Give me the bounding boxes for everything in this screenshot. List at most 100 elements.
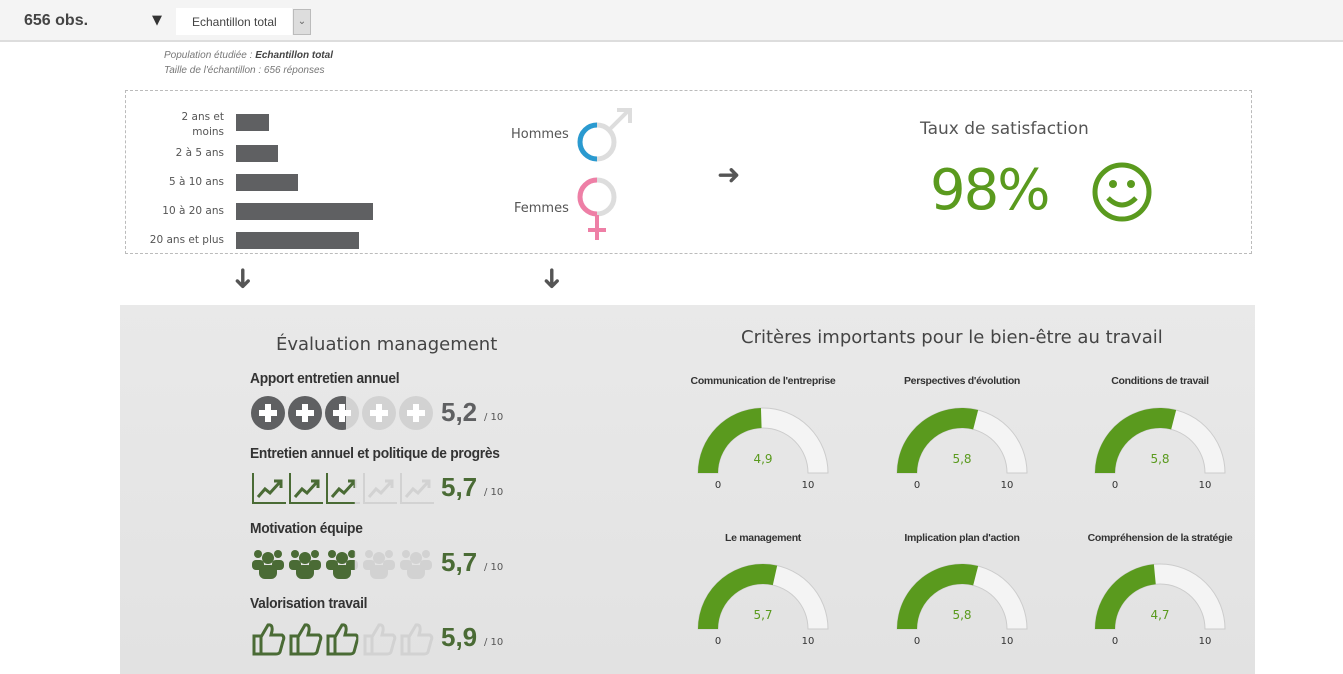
plus-circle-icon bbox=[288, 396, 322, 430]
rating-title: Valorisation travail bbox=[250, 595, 368, 612]
gauge-fill bbox=[698, 408, 762, 473]
seniority-bar bbox=[236, 174, 298, 191]
filter-icon[interactable]: ▼ bbox=[152, 13, 162, 28]
gauge-fill bbox=[1095, 564, 1156, 629]
rating-icons bbox=[252, 473, 434, 504]
gauge-min: 0 bbox=[914, 636, 920, 647]
arrow-down-icon: ➜ bbox=[536, 266, 570, 291]
trend-chart-icon bbox=[400, 473, 434, 504]
observation-count: 656 obs. bbox=[24, 12, 89, 29]
criteria-title: Critères importants pour le bien-être au… bbox=[741, 327, 1163, 348]
male-icon bbox=[577, 108, 632, 162]
trend-chart-icon bbox=[326, 473, 360, 504]
plus-circle-icon bbox=[362, 396, 396, 430]
rating-out-of: / 10 bbox=[484, 562, 504, 573]
gauge: 5,8 0 10 bbox=[896, 563, 1028, 647]
satisfaction-title: Taux de satisfaction bbox=[920, 119, 1089, 139]
rating-icons bbox=[252, 550, 432, 579]
thumbs-up-icon bbox=[289, 623, 323, 656]
rating-score: 5,7 bbox=[441, 547, 478, 577]
gauge-title: Perspectives d'évolution bbox=[903, 375, 1021, 387]
gauge-title: Le management bbox=[724, 532, 802, 544]
plus-circle-icon bbox=[399, 396, 433, 430]
men-label: Hommes bbox=[511, 127, 569, 142]
gauge-min: 0 bbox=[715, 480, 721, 491]
rating-icons bbox=[252, 623, 434, 656]
seniority-bar bbox=[236, 114, 269, 131]
management-title: Évaluation management bbox=[276, 334, 498, 355]
gauge-title: Communication de l'entreprise bbox=[690, 375, 836, 387]
gauge-title: Compréhension de la stratégie bbox=[1087, 532, 1233, 544]
rating-score: 5,9 bbox=[441, 622, 478, 652]
rating-out-of: / 10 bbox=[484, 637, 504, 648]
thumbs-up-icon bbox=[363, 623, 397, 656]
gauge-max: 10 bbox=[802, 636, 815, 647]
arrow-down-icon: ➜ bbox=[227, 266, 261, 291]
trend-chart-icon bbox=[289, 473, 323, 504]
seniority-label: 2 ans et moins bbox=[181, 111, 225, 138]
rating-score: 5,7 bbox=[441, 472, 478, 502]
thumbs-up-icon bbox=[400, 623, 434, 656]
gauge: 5,8 0 10 bbox=[1094, 407, 1226, 491]
rating-title: Motivation équipe bbox=[250, 520, 363, 537]
gauge: 5,8 0 10 bbox=[896, 407, 1028, 491]
top-bar: 656 obs. ▼ Echantillon total ⌄ bbox=[0, 0, 1343, 42]
gauge-min: 0 bbox=[715, 636, 721, 647]
thumbs-up-icon bbox=[326, 623, 360, 656]
gauge-min: 0 bbox=[1112, 636, 1118, 647]
population-select[interactable]: Echantillon total bbox=[176, 8, 292, 35]
seniority-bar bbox=[236, 232, 360, 249]
gauge-max: 10 bbox=[1199, 480, 1212, 491]
gauge-value: 5,7 bbox=[753, 608, 772, 622]
gauge-value: 4,7 bbox=[1150, 608, 1169, 622]
gauge-value: 5,8 bbox=[952, 452, 971, 466]
chevron-down-icon[interactable]: ⌄ bbox=[293, 9, 311, 35]
gauge-max: 10 bbox=[1001, 636, 1014, 647]
gauge-value: 5,8 bbox=[1150, 452, 1169, 466]
plus-circle-icon bbox=[251, 396, 285, 430]
rating-out-of: / 10 bbox=[484, 412, 504, 423]
thumbs-up-icon bbox=[252, 623, 286, 656]
rating-out-of: / 10 bbox=[484, 487, 504, 498]
female-icon bbox=[577, 177, 617, 240]
arrow-right-icon: ➜ bbox=[717, 158, 741, 191]
rating-title: Entretien annuel et politique de progrès bbox=[250, 445, 500, 462]
smiley-icon bbox=[1092, 162, 1152, 222]
gauge-value: 4,9 bbox=[753, 452, 772, 466]
gauge-title: Implication plan d'action bbox=[904, 532, 1020, 544]
seniority-label: 2 à 5 ans bbox=[175, 147, 224, 159]
seniority-label: 10 à 20 ans bbox=[162, 205, 224, 217]
satisfaction-value: 98% bbox=[930, 158, 1050, 223]
gauge-max: 10 bbox=[1199, 636, 1212, 647]
rating-title: Apport entretien annuel bbox=[250, 370, 400, 387]
gauge-min: 0 bbox=[914, 480, 920, 491]
summary-box bbox=[125, 90, 1252, 254]
gauge-max: 10 bbox=[1001, 480, 1014, 491]
team-icon bbox=[289, 550, 321, 579]
seniority-bar bbox=[236, 145, 279, 162]
gauge: 4,9 0 10 bbox=[697, 407, 829, 491]
gender-icons bbox=[577, 108, 632, 240]
team-icon bbox=[400, 550, 432, 579]
gauge: 4,7 0 10 bbox=[1094, 563, 1226, 647]
rating-score: 5,2 bbox=[441, 397, 478, 427]
team-icon bbox=[326, 550, 358, 579]
sample-size: Taille de l'échantillon : 656 réponses bbox=[164, 65, 325, 76]
trend-chart-icon bbox=[252, 473, 286, 504]
population-label: Population étudiée : bbox=[164, 50, 256, 61]
gauge-title: Conditions de travail bbox=[1111, 375, 1209, 387]
team-icon bbox=[363, 550, 395, 579]
population-value: Echantillon total bbox=[255, 50, 333, 61]
gauge-value: 5,8 bbox=[952, 608, 971, 622]
gauge-max: 10 bbox=[802, 480, 815, 491]
gauge-min: 0 bbox=[1112, 480, 1118, 491]
population-info: Population étudiée : Echantillon total bbox=[164, 50, 333, 61]
seniority-label: 20 ans et plus bbox=[149, 234, 224, 246]
women-label: Femmes bbox=[514, 201, 569, 216]
team-icon bbox=[252, 550, 284, 579]
seniority-bar bbox=[236, 203, 373, 220]
rating-icons bbox=[251, 396, 433, 430]
trend-chart-icon bbox=[363, 473, 397, 504]
gauge: 5,7 0 10 bbox=[697, 563, 829, 647]
seniority-label: 5 à 10 ans bbox=[168, 176, 224, 188]
